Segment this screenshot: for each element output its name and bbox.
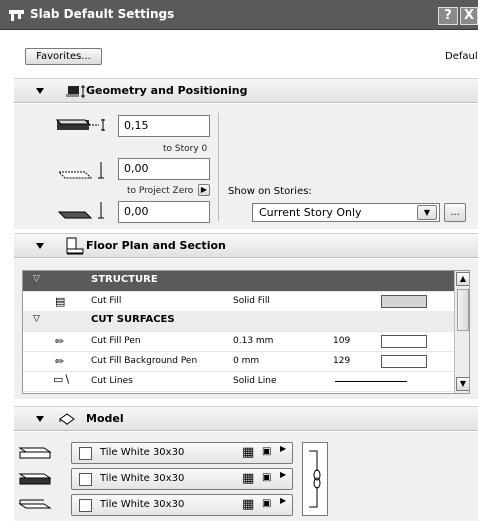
line-style-preview[interactable] xyxy=(335,381,407,382)
floor-plan-icon xyxy=(66,237,84,255)
show-on-stories-label: Show on Stories: xyxy=(228,186,312,197)
grid-item-value[interactable]: Solid Fill xyxy=(233,296,270,306)
geometry-section-title: Geometry and Positioning xyxy=(86,84,248,97)
collapse-arrow-icon[interactable] xyxy=(36,416,44,422)
model-icon xyxy=(59,413,75,425)
project-zero-toggle-button[interactable]: ▶ xyxy=(198,184,210,196)
grid-item-value[interactable]: 0.13 mm xyxy=(233,336,273,346)
collapse-arrow-icon[interactable] xyxy=(36,243,44,249)
material-row-bottom[interactable]: Tile White 30x30 ▦ ▣ ▶ xyxy=(71,494,293,516)
pen-color-swatch[interactable] xyxy=(381,355,427,368)
scroll-down-button[interactable]: ▼ xyxy=(456,377,469,391)
grid-row[interactable]: ✏ Cut Fill Pen 0.13 mm 109 xyxy=(23,331,469,351)
collapse-arrow-icon[interactable]: ▽ xyxy=(33,314,40,324)
material-checkbox[interactable] xyxy=(79,499,92,512)
geometry-icon xyxy=(66,85,85,98)
window-title: Slab Default Settings xyxy=(30,7,175,21)
texture-icon: ▣ xyxy=(262,472,272,483)
pen-icon: ✏ xyxy=(55,335,65,348)
line-icon: ▭∖ xyxy=(53,373,71,386)
grid-item-value[interactable]: 0 mm xyxy=(233,356,259,366)
play-arrow-icon[interactable]: ▶ xyxy=(280,444,286,453)
show-on-stories-value: Current Story Only xyxy=(259,206,362,219)
material-checkbox[interactable] xyxy=(79,447,92,460)
grid-item-label: Cut Lines xyxy=(91,376,133,386)
grid-row-partial[interactable] xyxy=(23,391,469,393)
slab-tool-icon xyxy=(9,10,24,21)
scroll-up-button[interactable]: ▲ xyxy=(456,272,469,286)
material-row-side[interactable]: Tile White 30x30 ▦ ▣ ▶ xyxy=(71,468,293,490)
grid-item-value[interactable]: Solid Line xyxy=(233,376,277,386)
material-label: Tile White 30x30 xyxy=(100,447,185,458)
grid-scrollbar[interactable]: ▲ ▼ xyxy=(454,271,469,393)
grid-item-number[interactable]: 109 xyxy=(333,336,350,346)
grid-item-label: Cut Fill Background Pen xyxy=(91,356,198,366)
model-section-header[interactable]: Model xyxy=(14,406,478,431)
geometry-divider xyxy=(218,113,219,221)
grid-group-header[interactable]: ▽ STRUCTURE xyxy=(23,271,469,291)
play-arrow-icon: ▶ xyxy=(200,185,208,194)
to-project-zero-label: to Project Zero xyxy=(127,186,194,196)
grid-rows: ▽ STRUCTURE ▤ Cut Fill Solid Fill ▽ CUT SURFAC… xyxy=(23,271,469,393)
material-row-top[interactable]: Tile White 30x30 ▦ ▣ ▶ xyxy=(71,442,293,464)
floorplan-settings-grid: ▽ STRUCTURE ▤ Cut Fill Solid Fill ▽ CUT SURFAC… xyxy=(22,270,470,394)
material-label: Tile White 30x30 xyxy=(100,499,185,510)
pen-icon: ✏ xyxy=(55,355,65,368)
title-bar: Slab Default Settings ? X xyxy=(0,0,478,30)
chain-link-icon xyxy=(309,450,321,508)
close-button[interactable]: X xyxy=(460,7,478,25)
material-checkbox[interactable] xyxy=(79,473,92,486)
model-section-title: Model xyxy=(86,412,124,425)
grid-group-label: STRUCTURE xyxy=(91,274,158,285)
help-button[interactable]: ? xyxy=(438,7,458,25)
geometry-section-header[interactable]: Geometry and Positioning xyxy=(14,78,478,103)
story-offset-input[interactable]: 0,00 xyxy=(118,158,210,180)
hatch-icon: ▦ xyxy=(242,497,255,512)
dropdown-chevron-icon[interactable]: ▼ xyxy=(417,205,437,220)
material-label: Tile White 30x30 xyxy=(100,473,185,484)
slab-thickness-input[interactable]: 0,15 xyxy=(118,115,210,137)
favorites-button[interactable]: Favorites... xyxy=(25,48,102,65)
top-surface-icon xyxy=(18,447,52,459)
more-options-button[interactable]: ... xyxy=(444,203,466,222)
hatch-icon: ▦ xyxy=(242,471,255,486)
collapse-arrow-icon[interactable]: ▽ xyxy=(33,274,40,284)
default-label: Default xyxy=(445,51,478,62)
grid-row[interactable]: ▭∖ Cut Lines Solid Line xyxy=(23,371,469,391)
project-zero-icon xyxy=(57,202,104,219)
play-arrow-icon[interactable]: ▶ xyxy=(280,496,286,505)
pen-color-swatch[interactable] xyxy=(381,295,427,308)
fill-pattern-icon: ▤ xyxy=(55,295,66,308)
texture-icon: ▣ xyxy=(262,446,272,457)
to-story-label: to Story 0 xyxy=(163,144,208,154)
show-on-stories-select[interactable]: Current Story Only ▼ xyxy=(252,203,440,222)
floorplan-section-header[interactable]: Floor Plan and Section xyxy=(14,233,478,258)
story-offset-icon xyxy=(57,162,104,179)
grid-row[interactable]: ✏ Cut Fill Background Pen 0 mm 129 xyxy=(23,351,469,371)
grid-item-number[interactable]: 129 xyxy=(333,356,350,366)
grid-item-label: Cut Fill Pen xyxy=(91,336,141,346)
scroll-thumb[interactable] xyxy=(457,289,469,331)
slab-thickness-icon xyxy=(55,119,105,131)
side-surface-icon xyxy=(18,473,52,485)
grid-item-label: Cut Fill xyxy=(91,296,122,306)
link-materials-button[interactable] xyxy=(302,442,328,516)
collapse-arrow-icon[interactable] xyxy=(36,88,44,94)
project-zero-input[interactable]: 0,00 xyxy=(118,201,210,223)
floorplan-section-title: Floor Plan and Section xyxy=(86,239,226,252)
grid-subgroup-header[interactable]: ▽ CUT SURFACES xyxy=(23,311,469,331)
pen-color-swatch[interactable] xyxy=(381,335,427,348)
grid-row[interactable]: ▤ Cut Fill Solid Fill xyxy=(23,291,469,311)
grid-subgroup-label: CUT SURFACES xyxy=(91,314,175,325)
texture-icon: ▣ xyxy=(262,498,272,509)
play-arrow-icon[interactable]: ▶ xyxy=(280,470,286,479)
hatch-icon: ▦ xyxy=(242,445,255,460)
bottom-surface-icon xyxy=(18,499,52,509)
